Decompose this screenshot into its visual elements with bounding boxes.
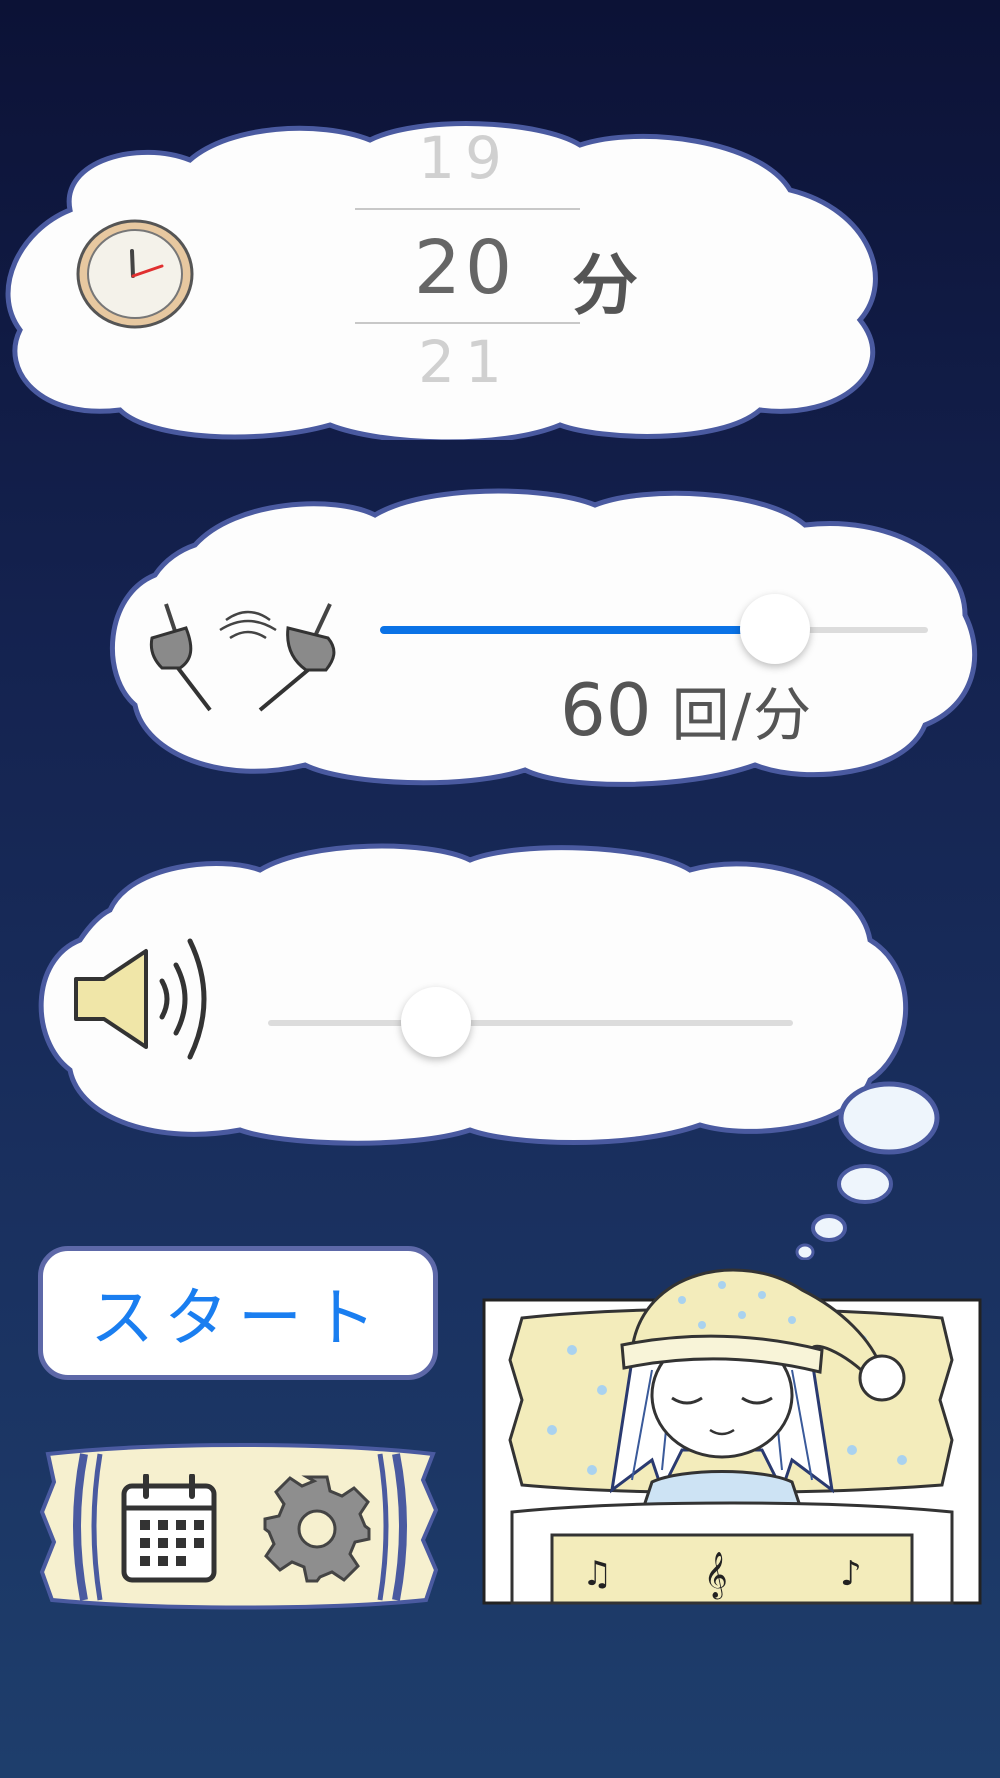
thought-bubbles bbox=[795, 1080, 945, 1260]
volume-slider-track[interactable] bbox=[268, 1020, 793, 1026]
picker-current-value[interactable]: 20 bbox=[355, 225, 575, 311]
speaker-icon bbox=[72, 935, 214, 1063]
picker-prev-value[interactable]: 19 bbox=[355, 124, 575, 192]
svg-text:𝄞: 𝄞 bbox=[704, 1552, 728, 1600]
svg-text:♫: ♫ bbox=[582, 1554, 612, 1594]
sleeping-girl-illustration: ♫ 𝄞 ♪ bbox=[482, 1250, 982, 1605]
minute-unit-label: 分 bbox=[572, 247, 638, 324]
tempo-unit: 回/分 bbox=[671, 681, 814, 749]
pillow-menu bbox=[38, 1440, 443, 1610]
picker-divider-bottom bbox=[355, 322, 580, 324]
tempo-slider-thumb[interactable] bbox=[739, 594, 810, 664]
calendar-icon[interactable] bbox=[118, 1474, 220, 1586]
tempo-slider-fill bbox=[380, 626, 775, 634]
clock-icon bbox=[74, 218, 196, 330]
picker-divider-top bbox=[355, 208, 580, 210]
tempo-value: 60 bbox=[560, 668, 652, 752]
picker-next-value[interactable]: 21 bbox=[355, 328, 575, 396]
gear-icon[interactable] bbox=[262, 1474, 372, 1584]
tempo-readout: 60 回/分 bbox=[560, 668, 813, 752]
start-button[interactable]: スタート bbox=[38, 1246, 438, 1380]
svg-text:♪: ♪ bbox=[840, 1554, 862, 1594]
swinging-pendulums-icon bbox=[148, 598, 338, 716]
volume-slider-thumb[interactable] bbox=[401, 987, 471, 1057]
